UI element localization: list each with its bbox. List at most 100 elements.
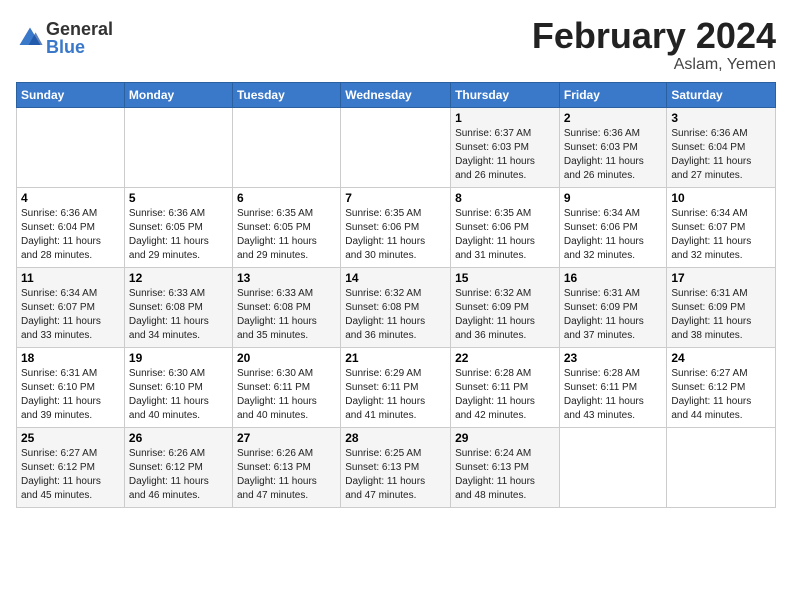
day-number: 25 [21,431,120,445]
day-info: Sunrise: 6:24 AM Sunset: 6:13 PM Dayligh… [455,447,555,503]
day-info: Sunrise: 6:37 AM Sunset: 6:03 PM Dayligh… [455,127,555,183]
header-thursday: Thursday [451,82,560,107]
day-cell: 16 Sunrise: 6:31 AM Sunset: 6:09 PM Dayli… [559,267,667,347]
day-info: Sunrise: 6:34 AM Sunset: 6:07 PM Dayligh… [671,207,771,263]
header-row: SundayMondayTuesdayWednesdayThursdayFrid… [17,82,776,107]
week-row-1: 4 Sunrise: 6:36 AM Sunset: 6:04 PM Daylig… [17,187,776,267]
day-info: Sunrise: 6:34 AM Sunset: 6:06 PM Dayligh… [564,207,663,263]
day-cell [232,107,340,187]
day-info: Sunrise: 6:28 AM Sunset: 6:11 PM Dayligh… [564,367,663,423]
day-info: Sunrise: 6:31 AM Sunset: 6:09 PM Dayligh… [671,287,771,343]
day-cell: 12 Sunrise: 6:33 AM Sunset: 6:08 PM Dayli… [124,267,232,347]
day-info: Sunrise: 6:32 AM Sunset: 6:09 PM Dayligh… [455,287,555,343]
day-number: 10 [671,191,771,205]
week-row-2: 11 Sunrise: 6:34 AM Sunset: 6:07 PM Dayli… [17,267,776,347]
day-info: Sunrise: 6:35 AM Sunset: 6:06 PM Dayligh… [455,207,555,263]
day-info: Sunrise: 6:36 AM Sunset: 6:05 PM Dayligh… [129,207,228,263]
day-info: Sunrise: 6:32 AM Sunset: 6:08 PM Dayligh… [345,287,446,343]
day-info: Sunrise: 6:31 AM Sunset: 6:10 PM Dayligh… [21,367,120,423]
day-cell: 25 Sunrise: 6:27 AM Sunset: 6:12 PM Dayli… [17,427,125,507]
day-cell: 19Sunrise: 6:30 AM Sunset: 6:10 PM Dayli… [124,347,232,427]
day-cell: 13Sunrise: 6:33 AM Sunset: 6:08 PM Dayli… [232,267,340,347]
day-info: Sunrise: 6:36 AM Sunset: 6:04 PM Dayligh… [671,127,771,183]
calendar-table: SundayMondayTuesdayWednesdayThursdayFrid… [16,82,776,508]
header-tuesday: Tuesday [232,82,340,107]
logo: General Blue [16,20,113,56]
title-section: February 2024 Aslam, Yemen [532,16,776,74]
logo-text: General Blue [46,20,113,56]
day-number: 24 [671,351,771,365]
header-monday: Monday [124,82,232,107]
day-number: 23 [564,351,663,365]
day-number: 29 [455,431,555,445]
day-number: 26 [129,431,228,445]
day-info: Sunrise: 6:35 AM Sunset: 6:05 PM Dayligh… [237,207,336,263]
day-number: 16 [564,271,663,285]
day-cell: 28 Sunrise: 6:25 AM Sunset: 6:13 PM Dayli… [341,427,451,507]
header-sunday: Sunday [17,82,125,107]
day-cell: 8 Sunrise: 6:35 AM Sunset: 6:06 PM Daylig… [451,187,560,267]
day-number: 28 [345,431,446,445]
day-cell: 4 Sunrise: 6:36 AM Sunset: 6:04 PM Daylig… [17,187,125,267]
day-cell: 26 Sunrise: 6:26 AM Sunset: 6:12 PM Dayli… [124,427,232,507]
day-info: Sunrise: 6:34 AM Sunset: 6:07 PM Dayligh… [21,287,120,343]
day-cell: 22Sunrise: 6:28 AM Sunset: 6:11 PM Dayli… [451,347,560,427]
day-info: Sunrise: 6:30 AM Sunset: 6:10 PM Dayligh… [129,367,228,423]
logo-blue: Blue [46,38,113,56]
header-wednesday: Wednesday [341,82,451,107]
day-number: 2 [564,111,663,125]
day-cell: 6 Sunrise: 6:35 AM Sunset: 6:05 PM Daylig… [232,187,340,267]
day-number: 18 [21,351,120,365]
day-number: 7 [345,191,446,205]
day-info: Sunrise: 6:28 AM Sunset: 6:11 PM Dayligh… [455,367,555,423]
day-number: 8 [455,191,555,205]
day-cell: 29 Sunrise: 6:24 AM Sunset: 6:13 PM Dayli… [451,427,560,507]
day-number: 15 [455,271,555,285]
day-cell: 15 Sunrise: 6:32 AM Sunset: 6:09 PM Dayli… [451,267,560,347]
day-info: Sunrise: 6:30 AM Sunset: 6:11 PM Dayligh… [237,367,336,423]
day-info: Sunrise: 6:27 AM Sunset: 6:12 PM Dayligh… [21,447,120,503]
day-cell: 20 Sunrise: 6:30 AM Sunset: 6:11 PM Dayli… [232,347,340,427]
day-info: Sunrise: 6:33 AM Sunset: 6:08 PM Dayligh… [129,287,228,343]
day-cell: 11 Sunrise: 6:34 AM Sunset: 6:07 PM Dayli… [17,267,125,347]
day-number: 1 [455,111,555,125]
day-info: Sunrise: 6:36 AM Sunset: 6:04 PM Dayligh… [21,207,120,263]
day-info: Sunrise: 6:26 AM Sunset: 6:13 PM Dayligh… [237,447,336,503]
day-number: 20 [237,351,336,365]
day-info: Sunrise: 6:25 AM Sunset: 6:13 PM Dayligh… [345,447,446,503]
day-cell [17,107,125,187]
location: Aslam, Yemen [532,56,776,74]
day-cell: 24Sunrise: 6:27 AM Sunset: 6:12 PM Dayli… [667,347,776,427]
day-cell: 10 Sunrise: 6:34 AM Sunset: 6:07 PM Dayli… [667,187,776,267]
day-cell [341,107,451,187]
day-cell: 14Sunrise: 6:32 AM Sunset: 6:08 PM Dayli… [341,267,451,347]
day-cell: 3 Sunrise: 6:36 AM Sunset: 6:04 PM Daylig… [667,107,776,187]
logo-icon [16,24,44,52]
day-cell: 9 Sunrise: 6:34 AM Sunset: 6:06 PM Daylig… [559,187,667,267]
day-number: 5 [129,191,228,205]
day-info: Sunrise: 6:33 AM Sunset: 6:08 PM Dayligh… [237,287,336,343]
day-number: 6 [237,191,336,205]
day-number: 11 [21,271,120,285]
day-info: Sunrise: 6:26 AM Sunset: 6:12 PM Dayligh… [129,447,228,503]
day-number: 3 [671,111,771,125]
day-cell [559,427,667,507]
month-year: February 2024 [532,16,776,56]
day-cell: 23 Sunrise: 6:28 AM Sunset: 6:11 PM Dayli… [559,347,667,427]
day-cell: 1 Sunrise: 6:37 AM Sunset: 6:03 PM Daylig… [451,107,560,187]
day-number: 17 [671,271,771,285]
day-info: Sunrise: 6:31 AM Sunset: 6:09 PM Dayligh… [564,287,663,343]
day-cell [667,427,776,507]
day-info: Sunrise: 6:29 AM Sunset: 6:11 PM Dayligh… [345,367,446,423]
day-number: 9 [564,191,663,205]
day-cell: 18 Sunrise: 6:31 AM Sunset: 6:10 PM Dayli… [17,347,125,427]
day-number: 21 [345,351,446,365]
logo-general: General [46,20,113,38]
day-number: 4 [21,191,120,205]
week-row-4: 25 Sunrise: 6:27 AM Sunset: 6:12 PM Dayli… [17,427,776,507]
day-cell: 21 Sunrise: 6:29 AM Sunset: 6:11 PM Dayli… [341,347,451,427]
day-cell: 27Sunrise: 6:26 AM Sunset: 6:13 PM Dayli… [232,427,340,507]
week-row-3: 18 Sunrise: 6:31 AM Sunset: 6:10 PM Dayli… [17,347,776,427]
page-header: General Blue February 2024 Aslam, Yemen [16,16,776,74]
day-number: 12 [129,271,228,285]
